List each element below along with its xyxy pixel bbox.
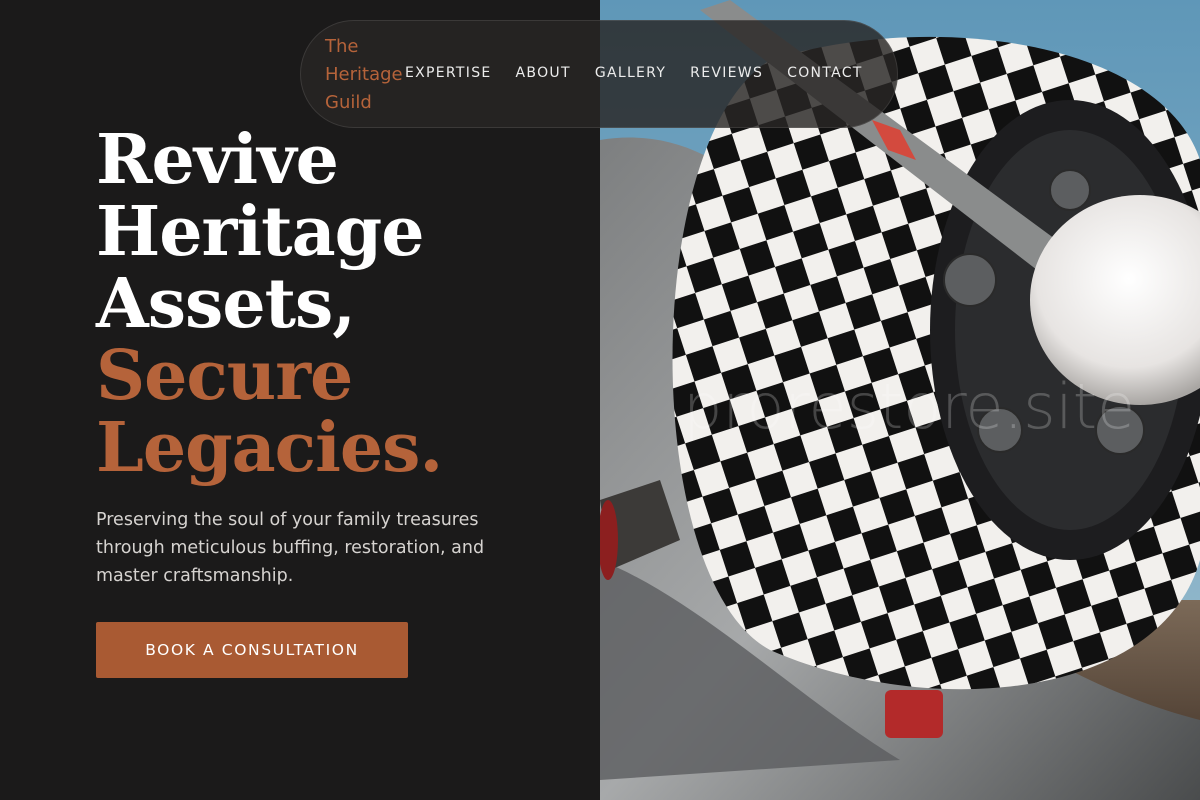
- nav-link-reviews[interactable]: REVIEWS: [690, 65, 763, 81]
- brand-line-2: Heritage: [325, 64, 403, 85]
- hero-title-line-3: Assets,: [96, 264, 356, 344]
- top-navigation: The Heritage Guild EXPERTISE ABOUT GALLE…: [300, 20, 898, 128]
- page: prorestore.site The Heritage Guild EXPER…: [0, 0, 1200, 800]
- nav-link-contact[interactable]: CONTACT: [787, 65, 863, 81]
- hero-subtitle: Preserving the soul of your family treas…: [96, 510, 485, 586]
- hero-title-accent-line-1: Secure: [96, 336, 353, 416]
- watermark-text: prorestore.site: [683, 370, 1136, 443]
- nav-links: EXPERTISE ABOUT GALLERY REVIEWS CONTACT: [405, 65, 887, 81]
- hero-title-line-1: Revive: [96, 120, 339, 200]
- brand-line-3: Guild: [325, 92, 372, 113]
- brand-logo[interactable]: The Heritage Guild: [325, 33, 415, 117]
- hero-title-accent-line-2: Legacies.: [96, 408, 443, 488]
- book-consultation-button[interactable]: BOOK A CONSULTATION: [96, 622, 408, 678]
- nav-link-about[interactable]: ABOUT: [516, 65, 571, 81]
- hero-title-line-2: Heritage: [96, 192, 424, 272]
- nav-link-expertise[interactable]: EXPERTISE: [405, 65, 492, 81]
- brand-line-1: The: [325, 36, 359, 57]
- hero-title: Revive Heritage Assets, Secure Legacies.: [96, 120, 443, 488]
- nav-link-gallery[interactable]: GALLERY: [595, 65, 666, 81]
